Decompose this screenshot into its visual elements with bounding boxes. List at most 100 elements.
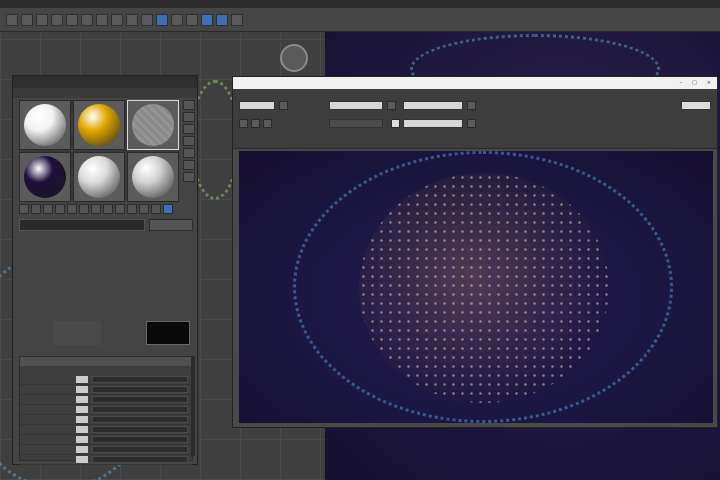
reset-map-icon[interactable]	[55, 204, 65, 214]
param-list	[20, 375, 192, 465]
render-setup-icon[interactable]	[216, 13, 228, 26]
param-value-field[interactable]	[92, 426, 188, 433]
param-value-field[interactable]	[92, 376, 188, 383]
background-icon[interactable]	[183, 124, 195, 134]
mirror-icon[interactable]	[171, 13, 183, 26]
mono-icon[interactable]	[391, 119, 400, 128]
material-name-field[interactable]	[19, 219, 145, 231]
viewport-dropdown[interactable]	[329, 101, 383, 110]
redo-icon[interactable]	[21, 13, 33, 26]
undo-icon[interactable]	[6, 13, 18, 26]
param-map-button[interactable]	[76, 386, 88, 393]
param-row	[20, 425, 192, 435]
lock-viewport-icon[interactable]	[387, 101, 396, 110]
close-icon[interactable]: ×	[707, 80, 711, 86]
make-unique-icon[interactable]	[79, 204, 89, 214]
preset-save-icon[interactable]	[467, 101, 476, 110]
maximize-icon[interactable]: □	[692, 80, 697, 86]
material-type-button[interactable]	[149, 219, 193, 231]
select-icon[interactable]	[66, 13, 78, 26]
uv-tiling-icon[interactable]	[183, 136, 195, 146]
param-map-button[interactable]	[76, 406, 88, 413]
param-map-button[interactable]	[76, 396, 88, 403]
material-slot[interactable]	[127, 152, 179, 202]
show-shaded-icon[interactable]	[115, 204, 125, 214]
snap-icon[interactable]	[141, 13, 153, 26]
render-icon[interactable]	[231, 13, 243, 26]
align-icon[interactable]	[186, 13, 198, 26]
param-row	[20, 385, 192, 395]
link-icon[interactable]	[36, 13, 48, 26]
put-to-scene-icon[interactable]	[31, 204, 41, 214]
minimize-icon[interactable]: –	[680, 80, 683, 86]
param-map-button[interactable]	[76, 426, 88, 433]
sample-type-icon[interactable]	[183, 100, 195, 110]
backlight-icon[interactable]	[183, 112, 195, 122]
render-toolbar	[233, 89, 717, 149]
param-value-field[interactable]	[92, 446, 188, 453]
material-bottom-toolbar	[19, 204, 193, 216]
assign-material-icon[interactable]	[43, 204, 53, 214]
options-icon[interactable]	[183, 172, 195, 182]
select-by-name-icon[interactable]	[81, 13, 93, 26]
go-forward-icon[interactable]	[151, 204, 161, 214]
param-map-button[interactable]	[76, 446, 88, 453]
angle-snap-icon[interactable]	[156, 13, 168, 26]
color-preview-swatch[interactable]	[146, 321, 190, 345]
toggle-ui-icon[interactable]	[467, 119, 476, 128]
render-preset-dropdown[interactable]	[403, 101, 463, 110]
param-value-field[interactable]	[92, 386, 188, 393]
param-value-field[interactable]	[92, 406, 188, 413]
material-slot[interactable]	[73, 100, 125, 150]
copy-material-icon[interactable]	[67, 204, 77, 214]
param-value-field[interactable]	[92, 456, 188, 463]
show-end-result-icon[interactable]	[127, 204, 137, 214]
area-dropdown[interactable]	[239, 101, 275, 110]
preview-icon[interactable]	[183, 160, 195, 170]
copy-image-icon[interactable]	[251, 119, 260, 128]
param-value-field[interactable]	[92, 436, 188, 443]
param-value-field[interactable]	[92, 416, 188, 423]
video-check-icon[interactable]	[183, 148, 195, 158]
rendered-frame-window: – □ ×	[232, 76, 718, 428]
rollout-title[interactable]	[20, 357, 192, 366]
material-sphere-preview	[24, 156, 66, 198]
color-picker-icon[interactable]	[239, 119, 248, 128]
material-slot[interactable]	[73, 152, 125, 202]
go-to-parent-icon[interactable]	[139, 204, 149, 214]
param-map-button[interactable]	[76, 376, 88, 383]
material-slot[interactable]	[19, 100, 71, 150]
put-to-library-icon[interactable]	[91, 204, 101, 214]
material-scrollbar[interactable]	[191, 356, 195, 456]
material-params-rollout	[19, 356, 193, 465]
render-window-titlebar: – □ ×	[233, 77, 717, 89]
param-row	[20, 445, 192, 455]
param-row	[20, 415, 192, 425]
material-sphere-preview	[24, 104, 66, 146]
render-button[interactable]	[681, 101, 711, 110]
render-canvas[interactable]	[239, 151, 713, 423]
material-slot[interactable]	[127, 100, 179, 150]
material-map-buttons[interactable]	[53, 321, 101, 345]
clone-frame-icon[interactable]	[263, 119, 272, 128]
material-id-icon[interactable]	[103, 204, 113, 214]
param-map-button[interactable]	[76, 436, 88, 443]
viewcube-icon[interactable]	[280, 44, 308, 72]
pick-material-icon[interactable]	[163, 204, 173, 214]
rollout-subtitle	[20, 366, 192, 375]
edit-region-icon[interactable]	[279, 101, 288, 110]
rotate-icon[interactable]	[111, 13, 123, 26]
material-editor-icon[interactable]	[201, 13, 213, 26]
param-map-button[interactable]	[76, 416, 88, 423]
param-map-button[interactable]	[76, 456, 88, 463]
param-value-field[interactable]	[92, 396, 188, 403]
channel-dropdown[interactable]	[403, 119, 463, 128]
material-sphere-preview	[132, 104, 174, 146]
channel-toggles[interactable]	[329, 119, 383, 128]
material-slot[interactable]	[19, 152, 71, 202]
unlink-icon[interactable]	[51, 13, 63, 26]
scale-icon[interactable]	[126, 13, 138, 26]
material-sphere-preview	[78, 156, 120, 198]
move-icon[interactable]	[96, 13, 108, 26]
get-material-icon[interactable]	[19, 204, 29, 214]
